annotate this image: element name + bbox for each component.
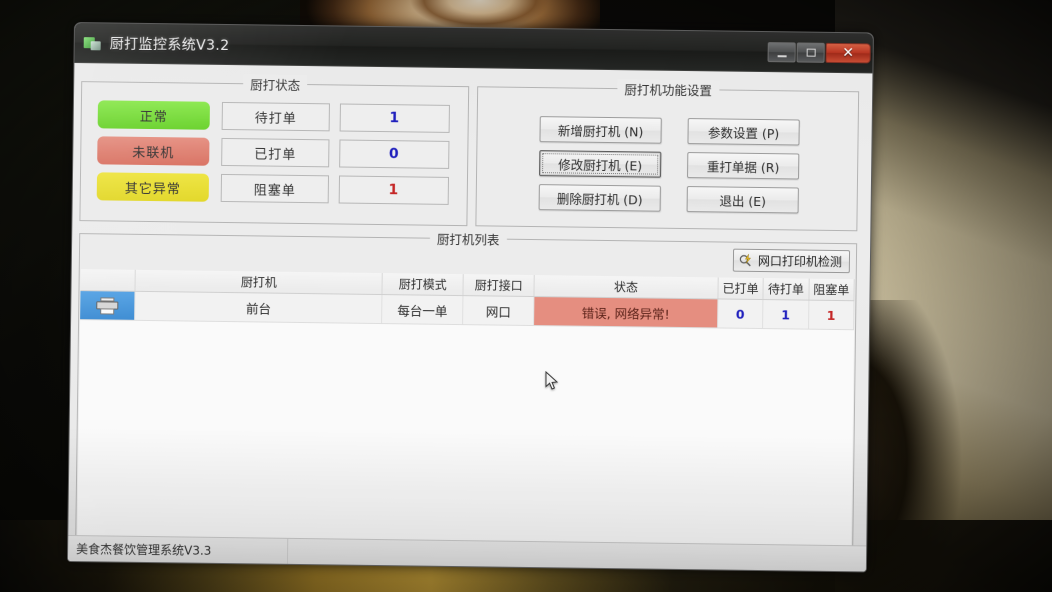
cell-printer-status[interactable]: 错误, 网络异常! — [534, 297, 719, 328]
printer-list-group: 厨打机列表 网口打印机检测 厨打机 厨打模式 厨打接口 状态 已打单 待打单 阻… — [75, 228, 858, 566]
column-header-status[interactable]: 状态 — [534, 275, 719, 299]
maximize-button[interactable] — [796, 42, 825, 63]
column-header-name[interactable]: 厨打机 — [135, 269, 383, 295]
function-group: 厨打机功能设置 新增厨打机 (N) 修改厨打机 (E) 删除厨打机 (D) 参数… — [475, 79, 860, 232]
counter-label-pending: 待打单 — [221, 101, 330, 132]
minimize-icon — [777, 54, 787, 57]
function-group-title: 厨打机功能设置 — [617, 79, 720, 100]
printer-grid[interactable]: 厨打机 厨打模式 厨打接口 状态 已打单 待打单 阻塞单 前台 每台一单 网口 … — [77, 269, 855, 564]
legend-other-error: 其它异常 — [96, 172, 210, 202]
window-title: 厨打监控系统V3.2 — [109, 35, 230, 54]
close-icon: ✕ — [842, 45, 855, 62]
minimize-button[interactable] — [767, 42, 796, 63]
counter-value-printed: 0 — [339, 139, 450, 169]
detect-network-printer-button[interactable]: 网口打印机检测 — [732, 248, 851, 274]
detect-network-printer-label: 网口打印机检测 — [757, 253, 843, 270]
client-area: 厨打状态 正常 未联机 其它异常 待打单 已打单 阻塞单 1 0 1 厨打机功能… — [67, 63, 873, 572]
mouse-cursor — [545, 371, 559, 390]
printer-list-title: 厨打机列表 — [429, 228, 507, 249]
legend-normal: 正常 — [97, 100, 210, 130]
close-button[interactable]: ✕ — [825, 42, 871, 64]
cell-printer-mode[interactable]: 每台一单 — [382, 295, 464, 325]
cell-pending-count[interactable]: 1 — [763, 300, 809, 329]
cell-printed-count[interactable]: 0 — [717, 299, 764, 329]
application-window: 厨打监控系统V3.2 ✕ 厨打状态 正常 未联机 其它异常 待打单 已打单 阻塞… — [66, 22, 874, 573]
column-header-port[interactable]: 厨打接口 — [463, 274, 535, 297]
status-bar-app-name: 美食杰餐饮管理系统V3.3 — [67, 535, 289, 564]
app-logo-icon — [83, 34, 102, 52]
counter-value-blocked: 1 — [338, 175, 450, 205]
reprint-receipt-button[interactable]: 重打单据 (R) — [687, 152, 800, 180]
legend-offline: 未联机 — [97, 136, 210, 166]
column-header-mode[interactable]: 厨打模式 — [382, 273, 464, 296]
maximize-icon — [806, 48, 816, 57]
delete-printer-button[interactable]: 删除厨打机 (D) — [538, 184, 661, 212]
column-header-icon[interactable] — [80, 269, 137, 291]
bolt-search-icon — [739, 253, 754, 267]
status-group: 厨打状态 正常 未联机 其它异常 待打单 已打单 阻塞单 1 0 1 — [79, 74, 470, 227]
exit-button[interactable]: 退出 (E) — [686, 186, 799, 214]
column-header-pending[interactable]: 待打单 — [763, 278, 810, 300]
add-printer-button[interactable]: 新增厨打机 (N) — [539, 116, 662, 144]
counter-value-pending: 1 — [339, 103, 450, 133]
printer-icon — [96, 296, 119, 315]
window-controls: ✕ — [767, 42, 871, 64]
cell-blocked-count[interactable]: 1 — [808, 300, 855, 330]
counter-label-blocked: 阻塞单 — [220, 173, 330, 204]
cell-printer-name[interactable]: 前台 — [135, 291, 383, 324]
photo-of-monitor: 厨打监控系统V3.2 ✕ 厨打状态 正常 未联机 其它异常 待打单 已打单 阻塞… — [0, 0, 1052, 592]
edit-printer-button[interactable]: 修改厨打机 (E) — [539, 150, 662, 178]
application-window-wrapper: 厨打监控系统V3.2 ✕ 厨打状态 正常 未联机 其它异常 待打单 已打单 阻塞… — [66, 22, 874, 573]
status-group-title: 厨打状态 — [243, 74, 308, 95]
column-header-blocked[interactable]: 阻塞单 — [809, 278, 855, 301]
column-header-printed[interactable]: 已打单 — [718, 277, 764, 300]
counter-label-printed: 已打单 — [221, 137, 330, 168]
parameter-settings-button[interactable]: 参数设置 (P) — [687, 118, 800, 146]
row-printer-icon-cell[interactable] — [80, 291, 136, 320]
cell-printer-port[interactable]: 网口 — [463, 296, 535, 326]
